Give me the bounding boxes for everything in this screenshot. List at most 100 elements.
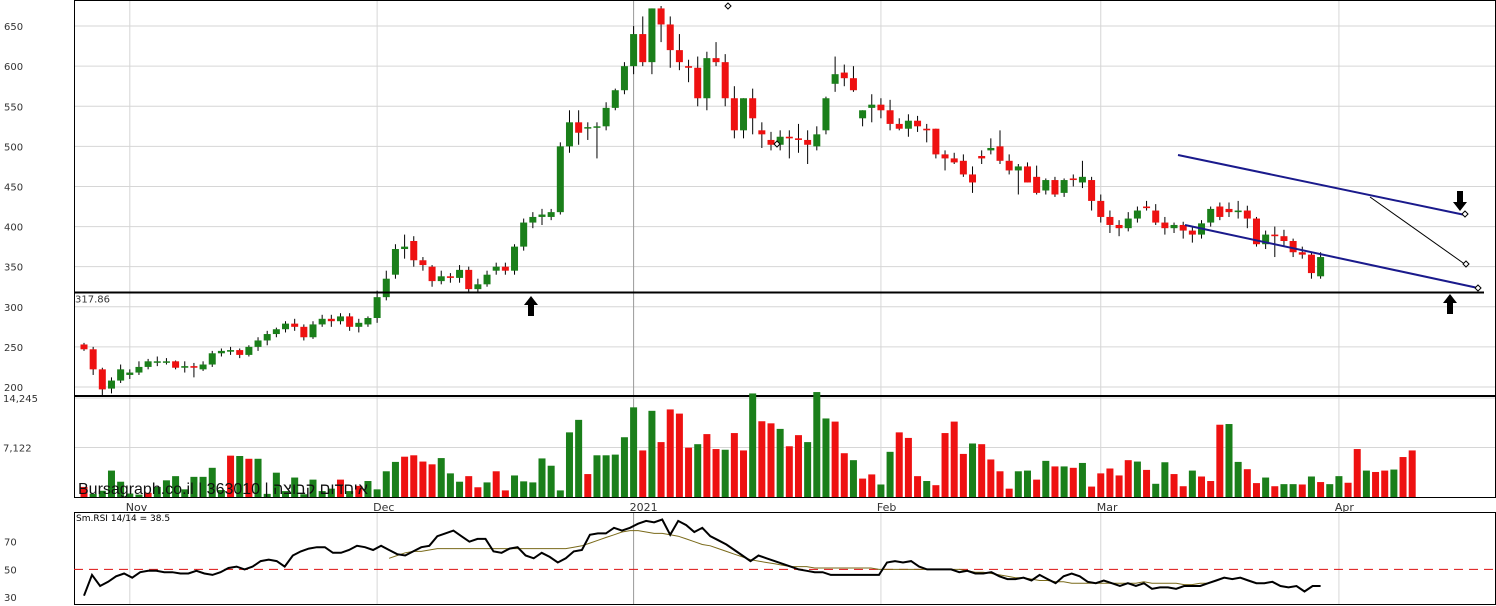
candle-body	[373, 297, 381, 319]
candle-body	[666, 24, 674, 51]
volume-bar	[740, 450, 748, 497]
candle-body	[291, 323, 299, 327]
volume-bar	[446, 473, 454, 497]
watermark: Bursagraph.co.il | 363010 | איחדום קבוצה	[78, 481, 368, 498]
candle-body	[446, 276, 454, 278]
candle-body	[254, 340, 262, 347]
candle-body	[593, 126, 601, 128]
candle-body	[584, 127, 592, 129]
price-tick-label: 350	[4, 263, 23, 274]
volume-bar	[1216, 424, 1224, 497]
volume-bar	[868, 474, 876, 497]
candle-body	[868, 104, 876, 108]
candle-body	[89, 349, 97, 370]
volume-bar	[859, 478, 867, 497]
volume-bar	[529, 482, 537, 497]
month-label: Apr	[1335, 501, 1355, 514]
candle-body	[1289, 241, 1297, 253]
volume-bar	[1399, 457, 1407, 497]
candle-body	[282, 323, 290, 330]
price-tick-label: 300	[4, 303, 23, 314]
volume-bar	[749, 393, 757, 497]
candle-body	[1207, 208, 1215, 223]
support-label: 317.86	[75, 294, 110, 305]
volume-bar	[648, 410, 656, 497]
volume-bar	[602, 455, 610, 497]
candle-body	[474, 284, 482, 290]
candle-body	[355, 322, 363, 327]
candle-body	[144, 361, 152, 367]
volume-bar	[1372, 471, 1380, 497]
candle-body	[1005, 160, 1013, 171]
volume-bar	[1060, 466, 1068, 497]
volume-bar	[391, 461, 399, 497]
candle-body	[483, 274, 491, 285]
candle-body	[456, 269, 464, 278]
rsi-title: Sm.RSI 14/14 = 38.5	[76, 514, 170, 524]
candle-body	[1106, 216, 1114, 225]
candle-body	[1280, 236, 1288, 242]
candle-body	[364, 318, 372, 325]
volume-bar	[758, 421, 766, 497]
candle-body	[172, 361, 180, 368]
volume-bar	[474, 487, 482, 497]
month-label: Dec	[373, 501, 394, 514]
candle-body	[199, 364, 207, 370]
price-tick-label: 200	[4, 383, 23, 394]
volume-bar	[1078, 462, 1086, 497]
volume-bar	[492, 471, 500, 497]
candle-body	[657, 8, 665, 25]
volume-bar	[419, 461, 427, 497]
volume-bar	[923, 481, 931, 497]
volume-bar	[401, 456, 409, 497]
volume-bar	[804, 442, 812, 497]
candle-body	[565, 122, 573, 147]
volume-bar	[465, 476, 473, 497]
volume-bar	[1005, 488, 1013, 497]
candle-body	[272, 329, 280, 335]
price-panel	[74, 0, 1496, 396]
volume-bar	[1317, 482, 1325, 497]
volume-bar	[1271, 486, 1279, 497]
candle-body	[511, 246, 519, 271]
candle-body	[694, 67, 702, 99]
candle-body	[437, 276, 445, 282]
price-tick-label: 450	[4, 182, 23, 193]
volume-bar	[456, 481, 464, 497]
candle-body	[1298, 252, 1306, 255]
candle-body	[785, 136, 793, 139]
candle-body	[1170, 224, 1178, 229]
candle-body	[1271, 234, 1279, 237]
volume-bar	[410, 455, 418, 497]
candle-body	[639, 34, 647, 63]
candle-body	[327, 318, 335, 322]
volume-bar	[584, 474, 592, 497]
candle-body	[190, 366, 198, 368]
month-label: Nov	[126, 501, 148, 514]
price-tick-label: 600	[4, 62, 23, 73]
volume-bar	[849, 460, 857, 497]
price-tick-label: 250	[4, 343, 23, 354]
candle-body	[263, 334, 271, 341]
volume-bar	[1243, 469, 1251, 497]
candle-body	[318, 318, 326, 325]
candle-body	[675, 50, 683, 63]
rsi-tick-label: 50	[4, 565, 17, 576]
volume-bar	[1014, 471, 1022, 497]
candle-body	[410, 241, 418, 261]
candle-body	[1051, 180, 1059, 195]
volume-bar	[382, 471, 390, 497]
candle-body	[556, 146, 564, 213]
candle-body	[309, 324, 317, 338]
volume-bar	[1207, 481, 1215, 497]
volume-bar	[675, 413, 683, 497]
volume-bar	[895, 432, 903, 497]
candle-body	[749, 98, 757, 119]
volume-bar	[1344, 482, 1352, 497]
volume-bar	[611, 454, 619, 497]
candle-body	[996, 146, 1004, 161]
volume-axis: 14,245 7,122	[3, 394, 38, 455]
candle-body	[1088, 180, 1096, 201]
candle-body	[538, 214, 546, 217]
volume-bar	[1307, 476, 1315, 497]
